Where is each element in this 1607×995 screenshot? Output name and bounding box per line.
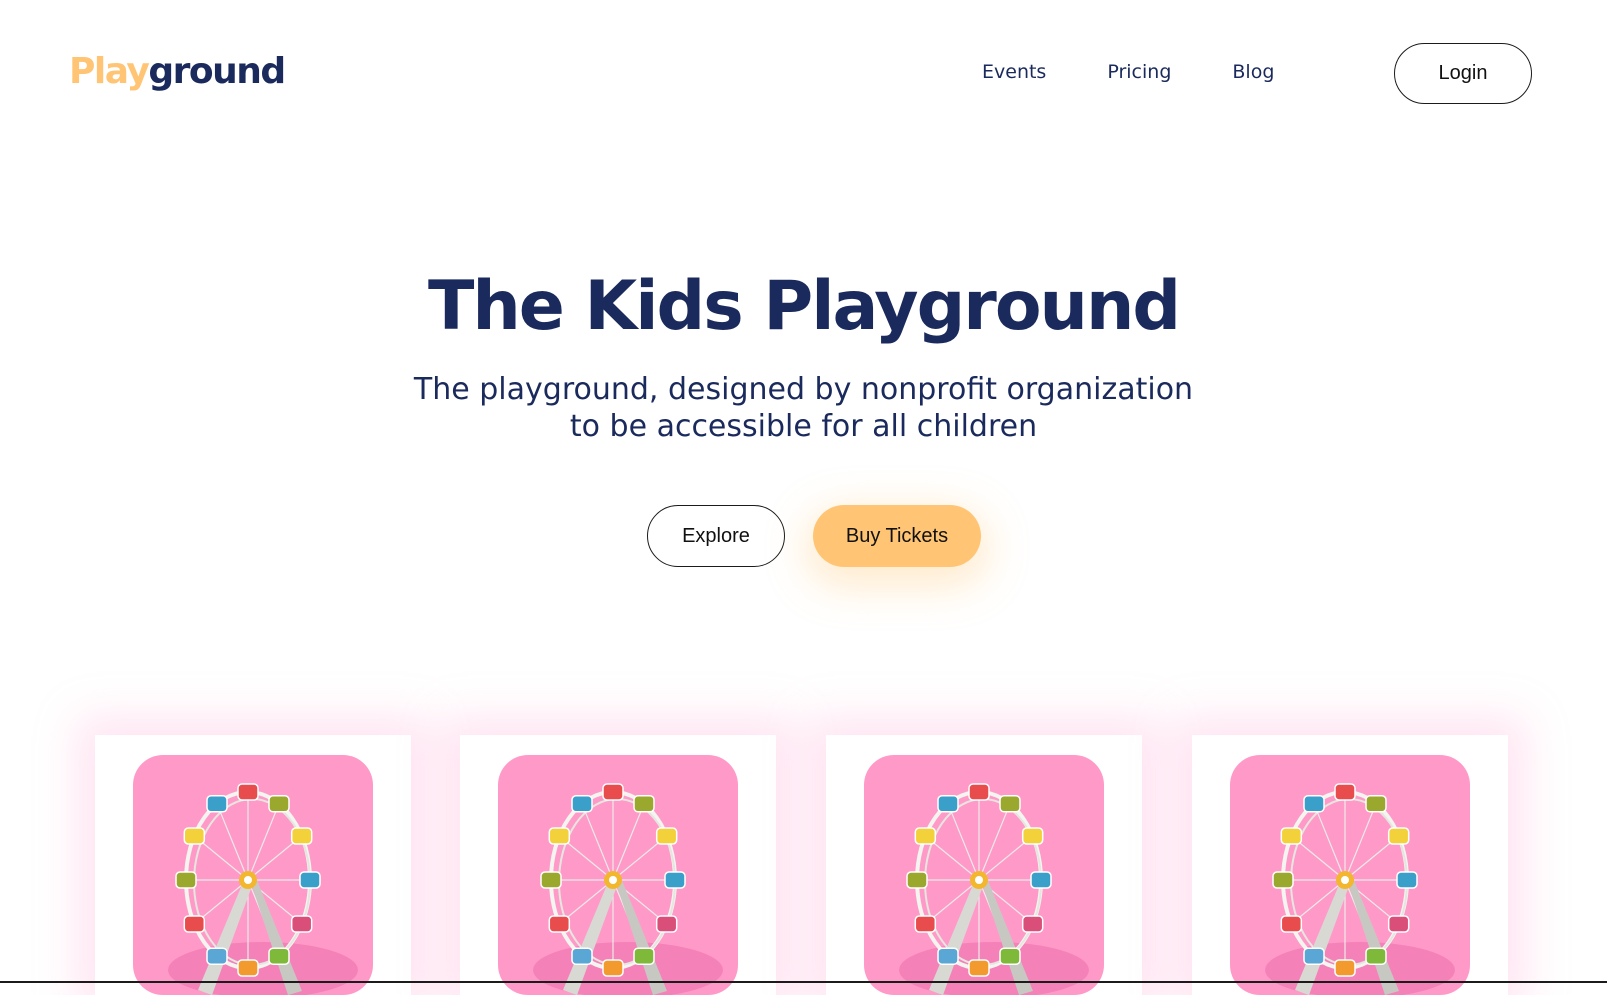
ferris-wheel-icon [168,783,358,995]
buy-tickets-button[interactable]: Buy Tickets [813,505,981,567]
login-button[interactable]: Login [1394,43,1532,104]
ferris-wheel-image [498,755,738,995]
nav-link-blog[interactable]: Blog [1232,58,1274,86]
site-header: Playground Events Pricing Blog Login [0,0,1607,150]
attraction-card[interactable] [95,735,411,995]
attraction-card[interactable] [1192,735,1508,995]
hero-title: The Kids Playground [427,267,1181,346]
ferris-wheel-icon [533,783,723,995]
explore-button[interactable]: Explore [647,505,785,567]
ferris-wheel-image [864,755,1104,995]
nav-link-pricing[interactable]: Pricing [1107,58,1171,86]
hero-subtitle-line-1: The playground, designed by nonprofit or… [413,372,1194,407]
logo-play-part: Play [69,51,150,92]
attraction-card[interactable] [826,735,1142,995]
attraction-card[interactable] [460,735,776,995]
ferris-wheel-image [1230,755,1470,995]
ferris-wheel-icon [899,783,1089,995]
ferris-wheel-image [133,755,373,995]
nav-link-events[interactable]: Events [982,58,1046,86]
logo-ground-part: ground [148,51,286,92]
hero-subtitle: The playground, designed by nonprofit or… [0,371,1607,445]
ferris-wheel-icon [1265,783,1455,995]
main-nav: Events Pricing Blog [982,58,1274,86]
hero-subtitle-line-2: to be accessible for all children [569,409,1038,444]
logo[interactable]: Playground [69,50,286,94]
attraction-cards [0,735,1607,995]
